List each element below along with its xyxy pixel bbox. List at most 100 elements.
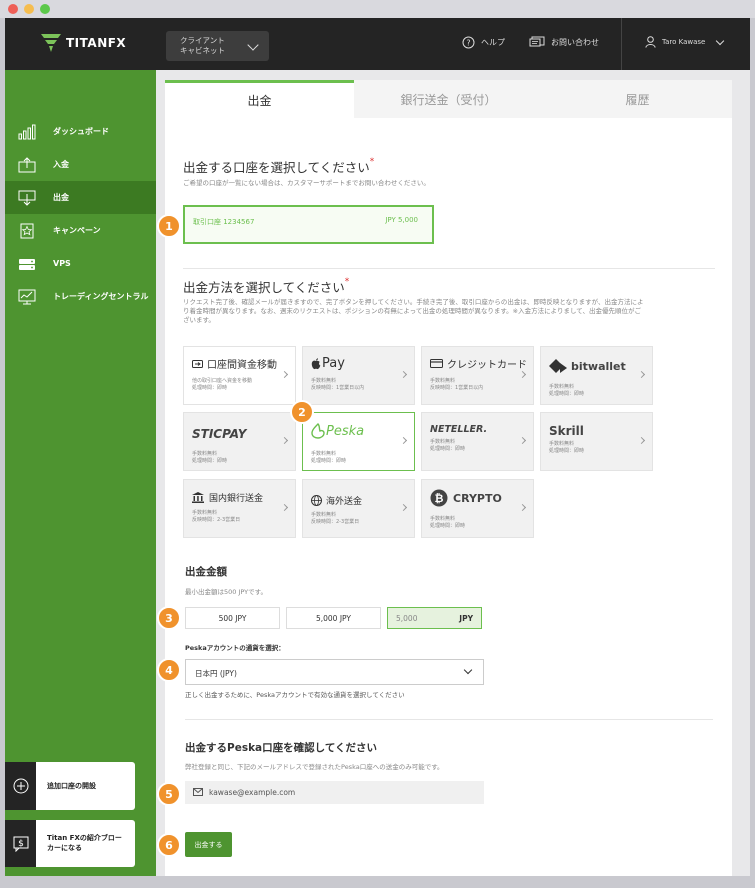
- chevron-right-icon: [399, 370, 408, 379]
- select-method-note-line2: り着金時間が異なります。なお、週末のリクエストは、ポジションの有無によって出金の…: [183, 307, 641, 315]
- tab-history[interactable]: 履歴: [543, 80, 732, 118]
- client-cabinet-dropdown[interactable]: クライアント キャビネット: [166, 31, 269, 61]
- apple-logo-icon: [311, 357, 321, 369]
- method-credit-card[interactable]: クレジットカード 手数料無料 反映時間：1営業日以内: [421, 346, 534, 405]
- method-details: 手数料無料 処理時間：即時: [549, 384, 584, 398]
- method-bitwallet[interactable]: bitwallet 手数料無料 処理時間：即時: [540, 346, 653, 405]
- minimize-window-button[interactable]: [24, 4, 34, 14]
- amount-input[interactable]: 5,000 JPY: [387, 607, 482, 629]
- step-badge-1: 1: [157, 214, 181, 238]
- sidebar-item-withdraw[interactable]: 出金: [5, 181, 156, 214]
- chevron-right-icon: [280, 503, 289, 512]
- method-details: 他の取引口座へ資金を移動 処理時間：即時: [192, 378, 252, 392]
- method-time: 処理時間：即時: [192, 458, 228, 464]
- svg-text:$: $: [18, 839, 24, 849]
- method-neteller[interactable]: NETELLER. 手数料無料 処理時間：即時: [421, 412, 534, 471]
- window-titlebar: [0, 0, 755, 18]
- become-introducing-broker-label-line2: カーになる: [47, 844, 82, 852]
- method-skrill[interactable]: Skrill 手数料無料 処理時間：即時: [540, 412, 653, 471]
- method-fee: 手数料無料: [430, 439, 456, 445]
- method-overseas-transfer[interactable]: 海外送金 手数料無料 反映時間：2-3営業日: [302, 479, 415, 538]
- trading-account-option[interactable]: 取引口座 1234567 JPY 5,000: [183, 205, 434, 244]
- sidebar-item-dashboard[interactable]: ダッシュボード: [5, 115, 156, 148]
- method-fee: 手数料無料: [430, 516, 456, 522]
- required-mark: *: [369, 157, 375, 167]
- sidebar-item-label: トレーディングセントラル: [53, 292, 149, 301]
- sidebar-item-campaign[interactable]: キャンペーン: [5, 214, 156, 247]
- chevron-down-icon: [463, 665, 473, 675]
- sidebar-item-label: VPS: [53, 259, 71, 268]
- sidebar-item-vps[interactable]: VPS: [5, 247, 156, 280]
- envelope-icon: [193, 788, 203, 796]
- sidebar-item-trading-central[interactable]: トレーディングセントラル: [5, 280, 156, 313]
- chevron-down-icon: [247, 39, 259, 51]
- chevron-right-icon: [280, 370, 289, 379]
- close-window-button[interactable]: [8, 4, 18, 14]
- become-introducing-broker-card[interactable]: $ Titan FXの紹介ブロー カーになる: [5, 820, 135, 867]
- star-badge-icon: [20, 223, 34, 238]
- method-name: bitwallet: [549, 359, 626, 373]
- tab-withdraw[interactable]: 出金: [165, 80, 354, 118]
- method-details: 手数料無料 反映時間：2-3営業日: [192, 510, 240, 524]
- method-fee: 手数料無料: [549, 441, 575, 447]
- method-domestic-bank[interactable]: 国内銀行送金 手数料無料 反映時間：2-3営業日: [183, 479, 296, 538]
- select-method-note-line1: リクエスト完了後、確認メールが届きますので、完了ボタンを押してください。手続き完…: [183, 298, 644, 306]
- open-additional-account-card[interactable]: 追加口座の開設: [5, 762, 135, 810]
- user-menu[interactable]: Taro Kawase: [645, 36, 725, 48]
- method-name-text: 国内銀行送金: [209, 494, 264, 504]
- help-link[interactable]: ? ヘルプ: [462, 36, 505, 49]
- method-crypto[interactable]: ₿ CRYPTO 手数料無料 処理時間：即時: [421, 479, 534, 538]
- method-name: 海外送金: [311, 494, 362, 507]
- method-peska[interactable]: Peska 手数料無料 処理時間：即時: [302, 412, 415, 471]
- contact-link[interactable]: お問い合わせ: [529, 36, 599, 49]
- sidebar-item-label: キャンペーン: [53, 226, 101, 235]
- deposit-icon: [18, 156, 36, 172]
- sidebar-item-deposit[interactable]: 入金: [5, 148, 156, 181]
- confirm-peska-note: 弊社登録と同じ、下記のメールアドレスで登録されたPeska口座への送金のみ可能で…: [185, 763, 444, 771]
- method-internal-transfer[interactable]: 口座間資金移動 他の取引口座へ資金を移動 処理時間：即時: [183, 346, 296, 405]
- method-fee: 手数料無料: [192, 510, 218, 516]
- method-details: 手数料無料 処理時間：即時: [430, 439, 465, 453]
- method-name: Skrill: [549, 424, 584, 438]
- zoom-window-button[interactable]: [40, 4, 50, 14]
- method-time: 処理時間：即時: [549, 448, 585, 454]
- titanfx-logo[interactable]: TITANFX: [41, 34, 126, 52]
- tab-bank-transfer-receipt[interactable]: 銀行送金（受付）: [354, 80, 543, 118]
- submit-withdraw-button[interactable]: 出金する: [185, 832, 232, 857]
- amount-500-button[interactable]: 500 JPY: [185, 607, 280, 629]
- amount-5000-button[interactable]: 5,000 JPY: [286, 607, 381, 629]
- method-time: 反映時間：2-3営業日: [192, 517, 241, 523]
- account-balance: JPY 5,000: [385, 216, 418, 224]
- currency-note: 正しく出金するために、Peskaアカウントで有効な通貨を選択してください: [185, 691, 405, 699]
- amount-min-note: 最小出金額は500 JPYです。: [185, 588, 267, 596]
- transfer-icon: [192, 359, 203, 368]
- sidebar-item-label: 入金: [53, 160, 69, 169]
- chevron-right-icon: [399, 436, 408, 445]
- chart-board-icon: [18, 289, 36, 304]
- currency-select[interactable]: 日本円 (JPY): [185, 659, 484, 685]
- method-sticpay[interactable]: STICPAY 手数料無料 処理時間：即時: [183, 412, 296, 471]
- select-method-note-line3: ざいます。: [183, 316, 215, 324]
- question-circle-icon: ?: [462, 36, 475, 49]
- help-label: ヘルプ: [481, 38, 505, 47]
- peska-email-value: kawase@example.com: [209, 788, 296, 797]
- chevron-right-icon: [518, 503, 527, 512]
- section-divider: [183, 268, 715, 269]
- method-time: 処理時間：即時: [192, 385, 228, 391]
- method-apple-pay[interactable]: Pay 手数料無料 反映時間：1営業日以内: [302, 346, 415, 405]
- method-fee: 手数料無料: [549, 384, 575, 390]
- amount-input-unit: JPY: [459, 613, 473, 623]
- titanfx-logo-icon: [41, 34, 61, 52]
- peska-email-field: kawase@example.com: [185, 781, 484, 804]
- nav-divider: [621, 18, 622, 70]
- method-name: 口座間資金移動: [192, 356, 277, 371]
- bitcoin-icon: ₿: [430, 489, 448, 507]
- method-time: 反映時間：2-3営業日: [311, 519, 360, 525]
- select-method-title: 出金方法を選択してください: [183, 280, 345, 295]
- sidebar: ダッシュボード 入金 出金 キャンペーン VPS トレーディングセントラル 追加…: [5, 70, 156, 876]
- currency-label: Peskaアカウントの通貨を選択：: [185, 644, 285, 652]
- server-icon: [19, 258, 35, 270]
- open-additional-account-label: 追加口座の開設: [47, 782, 96, 790]
- plus-circle-icon: [5, 762, 36, 810]
- method-time: 反映時間：1営業日以内: [311, 385, 365, 391]
